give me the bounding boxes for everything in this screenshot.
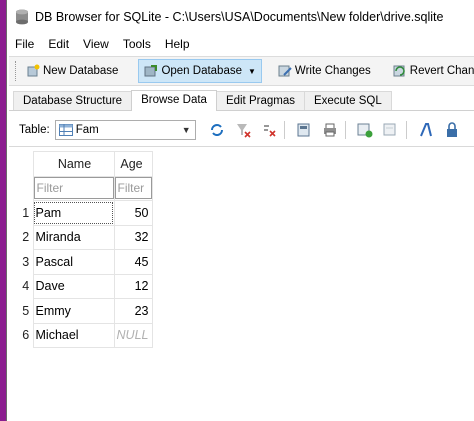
table-row[interactable]: 4 Dave 12: [19, 273, 153, 299]
column-header-age[interactable]: Age: [113, 151, 153, 177]
browse-toolbar: Table: Fam ▼: [9, 116, 474, 144]
main-tabs: Database Structure Browse Data Edit Prag…: [9, 90, 474, 111]
save-table-icon: [297, 123, 310, 137]
revert-changes-icon: [393, 65, 405, 77]
table-row[interactable]: 2 Miranda 32: [19, 224, 153, 250]
font-icon: [419, 123, 432, 137]
tab-edit-pragmas[interactable]: Edit Pragmas: [215, 91, 305, 110]
save-table-button[interactable]: [293, 119, 315, 141]
clear-sort-icon: [263, 125, 276, 137]
column-header-name[interactable]: Name: [32, 151, 115, 177]
row-number[interactable]: 6: [19, 323, 34, 348]
open-database-button[interactable]: Open Database ▼: [138, 59, 262, 83]
menu-view[interactable]: View: [83, 37, 109, 51]
row-number[interactable]: 1: [19, 200, 34, 225]
tab-browse-data[interactable]: Browse Data: [131, 90, 217, 111]
cell-age[interactable]: 12: [113, 273, 153, 299]
filter-row: Filter Filter: [19, 175, 153, 201]
cell-name[interactable]: Pascal: [32, 249, 115, 275]
clear-filters-button[interactable]: [232, 119, 254, 141]
cell-age[interactable]: 32: [113, 224, 153, 250]
cell-name[interactable]: Michael: [32, 322, 115, 348]
row-number[interactable]: 2: [19, 225, 34, 250]
chevron-down-icon[interactable]: ▼: [182, 125, 191, 135]
menu-tools[interactable]: Tools: [123, 37, 151, 51]
cell-name[interactable]: Pam: [32, 200, 115, 226]
menu-edit[interactable]: Edit: [48, 37, 69, 51]
write-changes-icon: [278, 65, 292, 77]
menu-file[interactable]: File: [15, 37, 34, 51]
write-changes-button[interactable]: Write Changes: [272, 59, 377, 83]
refresh-button[interactable]: [206, 119, 228, 141]
filter-cell-age: Filter: [113, 175, 153, 201]
open-database-icon: [144, 65, 158, 77]
menu-help[interactable]: Help: [165, 37, 190, 51]
clear-filter-icon: [236, 124, 251, 138]
toolbar-separator: [283, 121, 285, 139]
table-select[interactable]: Fam ▼: [54, 120, 196, 140]
table-row[interactable]: 1 Pam 50: [19, 200, 153, 226]
font-button[interactable]: [415, 119, 437, 141]
print-icon: [323, 123, 336, 137]
main-toolbar: New Database Open Database ▼ Write Chang…: [9, 56, 474, 86]
filter-cell-name: Filter: [32, 175, 115, 201]
filter-row-number: [19, 176, 34, 201]
new-database-label: New Database: [43, 65, 119, 77]
lock-icon: [446, 122, 457, 137]
chevron-down-icon[interactable]: ▼: [248, 67, 256, 76]
title-bar: DB Browser for SQLite - C:\Users\USA\Doc…: [7, 0, 474, 34]
menu-bar: File Edit View Tools Help: [7, 34, 474, 54]
cell-age[interactable]: 45: [113, 249, 153, 275]
table-row[interactable]: 5 Emmy 23: [19, 298, 153, 324]
toolbar-separator: [344, 121, 346, 139]
lock-button[interactable]: [441, 119, 463, 141]
table-icon: [58, 124, 73, 136]
cell-age-null[interactable]: NULL: [113, 322, 153, 348]
clear-sorting-button[interactable]: [258, 119, 280, 141]
tab-execute-sql[interactable]: Execute SQL: [303, 91, 392, 110]
new-database-icon: [27, 64, 40, 77]
revert-changes-button[interactable]: Revert Changes: [387, 59, 474, 83]
name-filter-input[interactable]: Filter: [33, 177, 114, 200]
cell-age[interactable]: 50: [113, 200, 153, 226]
toolbar-grip[interactable]: [15, 61, 16, 81]
row-number[interactable]: 5: [19, 298, 34, 323]
window-title: DB Browser for SQLite - C:\Users\USA\Doc…: [35, 10, 444, 24]
cell-name[interactable]: Dave: [32, 273, 115, 299]
print-button[interactable]: [319, 119, 341, 141]
age-filter-input[interactable]: Filter: [114, 177, 152, 200]
refresh-icon: [210, 124, 223, 136]
corner-cell: [19, 151, 34, 176]
data-grid: Name Age Filter Filter 1 Pam 50 2 Mirand…: [9, 146, 474, 421]
table-label: Table:: [19, 124, 50, 136]
delete-record-icon: [383, 123, 396, 136]
table-row[interactable]: 6 Michael NULL: [19, 322, 153, 348]
table-row[interactable]: 3 Pascal 45: [19, 249, 153, 275]
app-window: DB Browser for SQLite - C:\Users\USA\Doc…: [6, 0, 474, 421]
toolbar-separator: [405, 121, 407, 139]
delete-record-button[interactable]: [380, 119, 402, 141]
tab-database-structure[interactable]: Database Structure: [13, 91, 133, 110]
cell-name[interactable]: Emmy: [32, 298, 115, 324]
table-select-value: Fam: [75, 124, 99, 136]
new-database-button[interactable]: New Database: [20, 59, 124, 83]
revert-changes-label: Revert Changes: [409, 65, 474, 77]
open-database-label: Open Database: [161, 65, 242, 77]
header-row: Name Age: [19, 151, 153, 177]
write-changes-label: Write Changes: [294, 65, 371, 77]
cell-name[interactable]: Miranda: [32, 224, 115, 250]
insert-record-button[interactable]: [354, 119, 376, 141]
row-number[interactable]: 3: [19, 249, 34, 274]
insert-record-icon: [357, 123, 373, 138]
cell-age[interactable]: 23: [113, 298, 153, 324]
row-number[interactable]: 4: [19, 274, 34, 299]
database-icon: [16, 9, 28, 25]
